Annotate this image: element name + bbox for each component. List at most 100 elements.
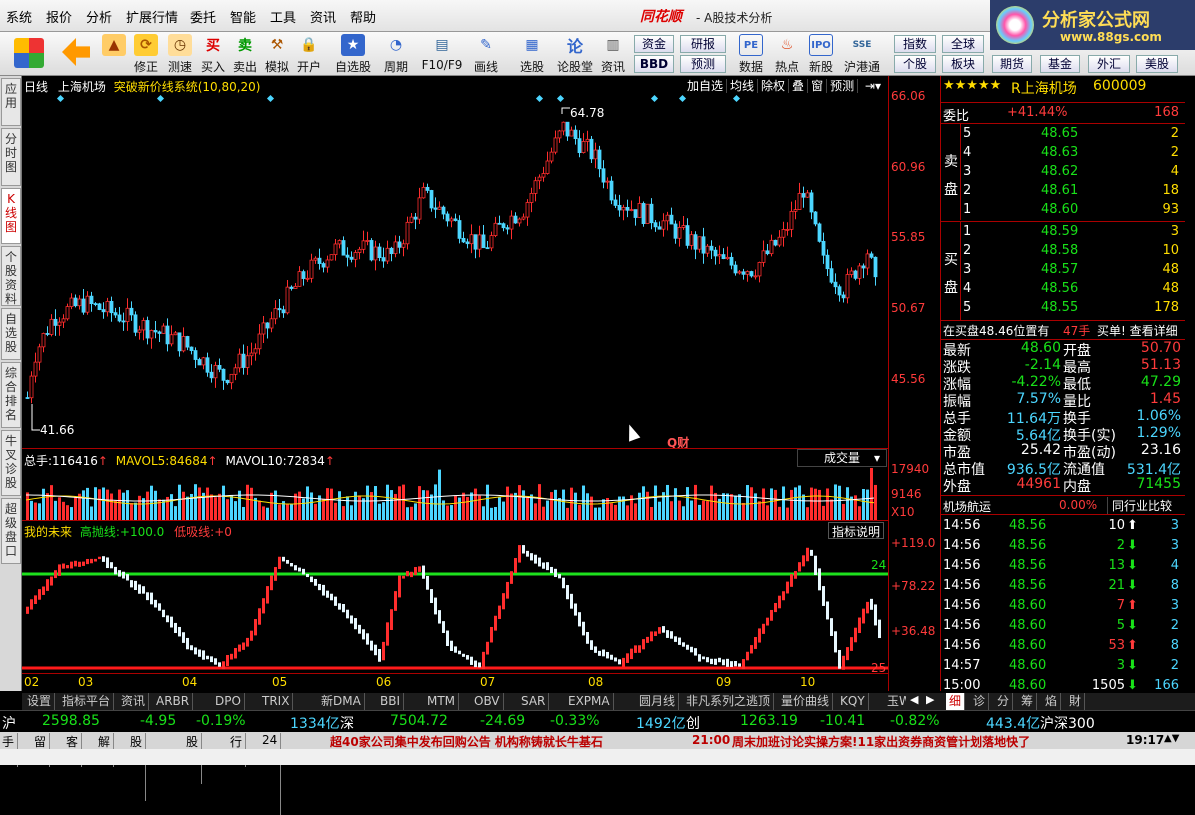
us-stocks-button[interactable]: 美股 <box>1136 55 1178 73</box>
forum-button[interactable]: 论论股堂 <box>554 34 596 74</box>
indicator-tab[interactable]: MTM <box>424 693 460 710</box>
volume-selector[interactable]: 成交量 ▾ <box>797 449 887 467</box>
indicator-tab[interactable]: ARBR <box>153 693 194 710</box>
window-button[interactable]: 窗 <box>808 79 828 93</box>
futures-button[interactable]: 期货 <box>992 55 1032 73</box>
menu-analysis[interactable]: 分析 <box>86 7 112 26</box>
sell-row[interactable]: 2 48.61 18 <box>961 183 1185 202</box>
quote-tab[interactable]: 细 <box>946 693 966 710</box>
predict-button[interactable]: 预测 <box>827 79 859 93</box>
tab-super-pankou[interactable]: 超级盘口 <box>1 498 21 564</box>
buy-row[interactable]: 3 48.57 48 <box>961 262 1185 281</box>
menu-smart[interactable]: 智能 <box>230 7 256 26</box>
tick-list[interactable]: 14:56 48.56 10 ⬆ 3 14:56 48.56 2 ⬇ 3 14:56 48.56 13 ⬇… <box>941 516 1185 693</box>
tab-watchlist[interactable]: 自选股 <box>1 308 21 360</box>
tab-prev-icon[interactable]: ◀ <box>910 693 918 706</box>
quote-tab[interactable]: 焰 <box>1042 693 1062 710</box>
tab-stock-info[interactable]: 个股资料 <box>1 246 21 306</box>
buy-row[interactable]: 2 48.58 10 <box>961 243 1185 262</box>
hk-connect-button[interactable]: SSE 沪港通 <box>842 34 882 74</box>
indicator-tab[interactable]: 量价曲线 <box>778 693 834 710</box>
buy-button[interactable]: 买买入 <box>198 34 228 74</box>
research-button[interactable]: 研报 <box>680 35 726 53</box>
menu-tools[interactable]: 工具 <box>270 7 296 26</box>
indicator-tab[interactable]: BBI <box>377 693 405 710</box>
quote-tab[interactable]: 分 <box>994 693 1014 710</box>
tab-diagnosis[interactable]: 牛叉诊股 <box>1 430 21 496</box>
f10-button[interactable]: ▤ F10/F9 <box>418 34 466 74</box>
capital-button[interactable]: 资金 <box>634 35 674 53</box>
sell-row[interactable]: 3 48.62 4 <box>961 164 1185 183</box>
ipo-button[interactable]: IPO 新股 <box>806 34 836 74</box>
menu-help[interactable]: 帮助 <box>350 7 376 26</box>
correct-button[interactable]: ⟳ 修正 <box>128 34 164 74</box>
indicator-tab[interactable]: 指标平台 <box>59 693 115 710</box>
indicator-tab[interactable]: 非凡系列之逃顶 <box>683 693 775 710</box>
watchlist-button[interactable]: ★ 自选股 <box>332 34 374 74</box>
indicator-tab[interactable]: KQY <box>837 693 869 710</box>
indicator-tab[interactable]: 资讯 <box>118 693 150 710</box>
up-arrow-button[interactable]: ▲ <box>102 34 126 74</box>
status-link[interactable]: 24小时滚动 <box>262 733 282 815</box>
simulate-button[interactable]: ⚒ 模拟 <box>262 34 292 74</box>
add-watchlist-button[interactable]: 加自选 <box>684 79 728 93</box>
menu-trade[interactable]: 委托 <box>190 7 216 26</box>
ma-button[interactable]: 均线 <box>727 79 759 93</box>
buy-row[interactable]: 5 48.55 178 <box>961 300 1185 319</box>
sell-row[interactable]: 5 48.65 2 <box>961 126 1185 145</box>
sector-name[interactable]: 机场航运 <box>943 498 991 515</box>
indicator-help-button[interactable]: 指标说明 <box>828 522 885 539</box>
quote-tab[interactable]: 財 <box>1066 693 1086 710</box>
indicator-tab[interactable]: 新DMA <box>318 693 365 710</box>
back-arrow-icon[interactable] <box>62 38 90 66</box>
sell-button[interactable]: 卖卖出 <box>230 34 260 74</box>
expand-icon[interactable]: ⇥▾ <box>862 79 884 93</box>
global-button[interactable]: 全球 <box>942 35 984 53</box>
forecast-button[interactable]: 预测 <box>680 55 726 73</box>
news-button[interactable]: ▥ 资讯 <box>598 34 628 74</box>
big-order-note[interactable]: 在买盘48.46位置有 47手 买单! 查看详细 <box>941 320 1185 338</box>
tab-intraday[interactable]: 分时图 <box>1 128 21 186</box>
tab-next-icon[interactable]: ▶ <box>926 693 934 706</box>
quote-tab[interactable]: 诊 <box>970 693 990 710</box>
sell-row[interactable]: 1 48.60 93 <box>961 202 1185 221</box>
status-link[interactable]: 股市日记 <box>130 733 147 801</box>
news-headline-2[interactable]: 周末加班讨论实操方案!11家出资券商资管计划落地快了 <box>732 733 1030 750</box>
tab-apps[interactable]: 应用 <box>1 78 21 126</box>
bbd-button[interactable]: BBD <box>634 55 674 73</box>
sector-button[interactable]: 板块 <box>942 55 984 73</box>
period-button[interactable]: ◔ 周期 <box>378 34 414 74</box>
draw-line-button[interactable]: ✎ 画线 <box>468 34 504 74</box>
indicator-tab[interactable]: 圆月线 <box>636 693 680 710</box>
exright-button[interactable]: 除权 <box>758 79 790 93</box>
open-account-button[interactable]: 🔒 开户 <box>294 34 324 74</box>
buy-row[interactable]: 4 48.56 48 <box>961 281 1185 300</box>
buy-row[interactable]: 1 48.59 3 <box>961 224 1185 243</box>
peer-compare-button[interactable]: 同行业比较 <box>1107 497 1172 514</box>
menu-system[interactable]: 系统 <box>6 7 32 26</box>
tab-kline[interactable]: K线图 <box>1 188 21 244</box>
stock-picker-button[interactable]: ▦ 选股 <box>514 34 550 74</box>
app-grid-icon[interactable] <box>14 38 44 68</box>
indicator-tab[interactable]: DPO <box>212 693 245 710</box>
indicator-tab[interactable]: EXPMA <box>565 693 614 710</box>
data-button[interactable]: PE 数据 <box>736 34 766 74</box>
tab-ranking[interactable]: 综合排名 <box>1 362 21 428</box>
speedtest-button[interactable]: ◷ 测速 <box>162 34 198 74</box>
indicator-tab[interactable]: TRIX <box>259 693 294 710</box>
menu-ext-quote[interactable]: 扩展行情 <box>126 7 178 26</box>
hotspot-button[interactable]: ♨ 热点 <box>772 34 802 74</box>
status-arrows-icon[interactable]: ▲▼ <box>1164 733 1179 744</box>
forex-button[interactable]: 外汇 <box>1088 55 1130 73</box>
menu-news[interactable]: 资讯 <box>310 7 336 26</box>
indicator-tab[interactable]: SAR <box>518 693 550 710</box>
overlay-button[interactable]: 叠 <box>789 79 809 93</box>
indicator-tab[interactable]: OBV <box>471 693 504 710</box>
menu-quote[interactable]: 报价 <box>46 7 72 26</box>
stocks-button[interactable]: 个股 <box>894 55 936 73</box>
sell-row[interactable]: 4 48.63 2 <box>961 145 1185 164</box>
indicator-tab[interactable]: 设置 <box>24 693 56 710</box>
kline-chart-area[interactable]: 日线 上海机场 突破新价线系统(10,80,20) 加自选 均线 除权叠窗预测 ⇥▾… <box>22 76 888 691</box>
news-headline-1[interactable]: 超40家公司集中发布回购公告 机构称铸就长牛基石 <box>330 733 603 750</box>
fund-button[interactable]: 基金 <box>1040 55 1080 73</box>
